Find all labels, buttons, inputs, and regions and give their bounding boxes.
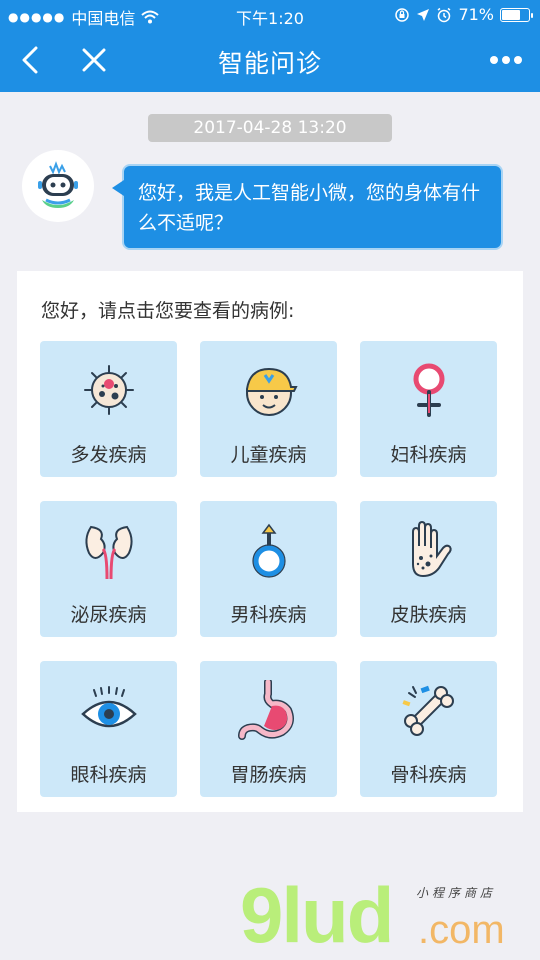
battery-icon	[500, 7, 533, 22]
category-gynecology-diseases[interactable]: 妇科疾病	[360, 341, 497, 477]
category-label: 眼科疾病	[70, 764, 147, 786]
watermark-brand: 9lud	[240, 871, 394, 959]
category-urinary-diseases[interactable]: 泌尿疾病	[40, 501, 177, 637]
close-button[interactable]	[72, 40, 116, 80]
watermark-subtitle: 小程序商店	[416, 886, 497, 900]
robot-avatar-icon	[38, 161, 78, 208]
case-category-card: 您好，请点击您要查看的病例: 多发疾病 儿童疾病 妇科疾病 泌尿疾病 男科疾病 …	[17, 271, 523, 812]
category-label: 妇科疾病	[390, 444, 467, 466]
category-label: 泌尿疾病	[70, 604, 147, 626]
category-children-diseases[interactable]: 儿童疾病	[200, 341, 337, 477]
battery-percent: 71%	[458, 5, 494, 24]
bot-message-text: 您好，我是人工智能小微，您的身体有什么不适呢？	[138, 182, 481, 234]
category-label: 多发疾病	[70, 444, 147, 466]
category-skin-diseases[interactable]: 皮肤疾病	[360, 501, 497, 637]
category-andrology-diseases[interactable]: 男科疾病	[200, 501, 337, 637]
category-label: 骨科疾病	[390, 764, 467, 786]
back-chevron-icon	[22, 46, 38, 74]
watermark-tld: .com	[418, 908, 505, 952]
category-label: 胃肠疾病	[230, 764, 307, 786]
male-symbol-icon	[251, 523, 286, 578]
watermark-logo: 9lud 小程序商店 .com	[240, 871, 530, 959]
category-eye-diseases[interactable]: 眼科疾病	[40, 661, 177, 797]
stomach-icon	[237, 680, 294, 740]
more-button[interactable]	[486, 40, 526, 80]
status-bar: ●●●●● 中国电信 下午1:20 71%	[0, 0, 540, 30]
back-button[interactable]	[10, 40, 50, 80]
location-icon	[417, 8, 430, 21]
alarm-icon	[437, 7, 451, 22]
category-label: 儿童疾病	[230, 444, 307, 466]
category-orthopedic-diseases[interactable]: 骨科疾病	[360, 661, 497, 797]
virus-icon	[83, 365, 134, 415]
bot-message-bubble: 您好，我是人工智能小微，您的身体有什么不适呢？	[112, 164, 503, 250]
category-multiple-diseases[interactable]: 多发疾病	[40, 341, 177, 477]
navigation-bar: 智能问诊	[0, 30, 540, 92]
hand-skin-icon	[411, 520, 452, 578]
chat-timestamp: 2017-04-28 13:20	[148, 114, 392, 142]
bone-icon	[401, 685, 454, 736]
eye-icon	[80, 686, 137, 728]
close-icon	[82, 48, 106, 72]
kidney-icon	[84, 525, 133, 580]
category-label: 男科疾病	[230, 604, 307, 626]
bot-avatar[interactable]	[22, 150, 94, 222]
category-gastro-diseases[interactable]: 胃肠疾病	[200, 661, 337, 797]
child-face-icon	[245, 367, 298, 416]
orientation-lock-icon	[395, 7, 410, 22]
category-label: 皮肤疾病	[390, 604, 467, 626]
female-symbol-icon	[413, 363, 444, 417]
card-prompt: 您好，请点击您要查看的病例:	[41, 300, 295, 322]
more-dots-icon	[490, 56, 522, 64]
